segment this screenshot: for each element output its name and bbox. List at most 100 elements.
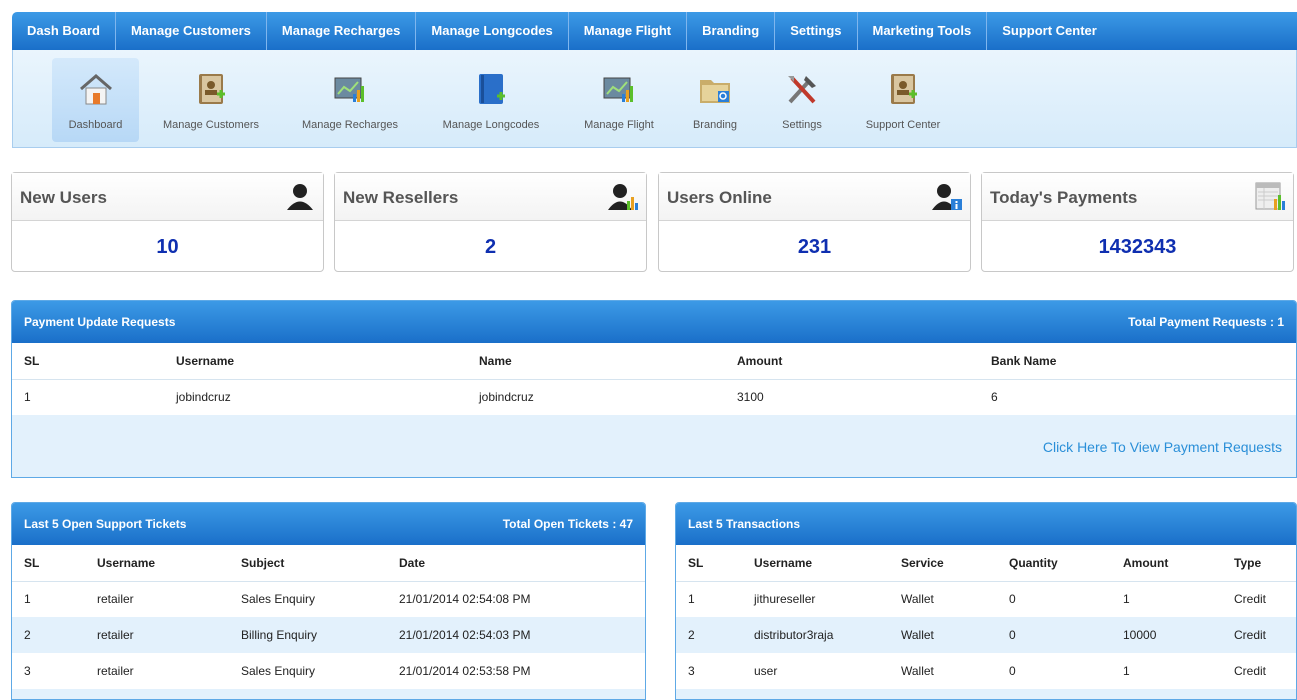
table-cell: 3 — [12, 653, 85, 689]
stat-value: 1432343 — [1098, 236, 1177, 258]
column-header: Amount — [1111, 545, 1222, 582]
column-header: Quantity — [997, 545, 1111, 582]
table-cell: Credit — [1222, 653, 1296, 689]
panel-header: Payment Update Requests Total Payment Re… — [12, 301, 1296, 343]
shortcut-settings[interactable]: Settings — [769, 58, 835, 142]
house-icon — [79, 74, 112, 105]
stat-todays-payments: Today's Payments 1432343 — [981, 172, 1294, 272]
table-row: 1 jobindcruz jobindcruz 3100 6 — [12, 379, 1296, 415]
stat-value: 2 — [484, 236, 497, 258]
top-navigation: Dash Board Manage Customers Manage Recha… — [12, 12, 1297, 50]
table-cell: distributor3raja — [742, 617, 889, 653]
column-header: Date — [387, 545, 645, 582]
stat-header: New Users — [12, 173, 323, 221]
transactions-table: SL Username Service Quantity Amount Type… — [676, 545, 1296, 689]
user-info-icon — [932, 184, 962, 210]
nav-manage-customers[interactable]: Manage Customers — [116, 12, 267, 50]
folder-icon — [700, 80, 730, 103]
table-cell: retailer — [85, 581, 229, 617]
table-cell: 0 — [997, 617, 1111, 653]
shortcut-label: Manage Longcodes — [442, 119, 540, 131]
column-header: Username — [742, 545, 889, 582]
column-header: SL — [12, 545, 85, 582]
table-cell: 0 — [997, 581, 1111, 617]
shortcut-label: Manage Flight — [584, 119, 654, 131]
column-header: Subject — [229, 545, 387, 582]
table-row: 2 distributor3raja Wallet 0 10000 Credit — [676, 617, 1296, 653]
table-cell: Wallet — [889, 581, 997, 617]
table-cell: Sales Enquiry — [229, 653, 387, 689]
table-cell: 21/01/2014 02:54:03 PM — [387, 617, 645, 653]
column-header: Name — [467, 343, 725, 380]
support-tickets-panel: Last 5 Open Support Tickets Total Open T… — [11, 502, 646, 700]
table-cell: 2 — [12, 617, 85, 653]
table-row: 1 jithureseller Wallet 0 1 Credit — [676, 581, 1296, 617]
reseller-icon — [608, 184, 638, 210]
column-header: Username — [85, 545, 229, 582]
table-cell: user — [742, 653, 889, 689]
payment-requests-panel: Payment Update Requests Total Payment Re… — [11, 300, 1297, 478]
stat-header: New Resellers — [335, 173, 646, 221]
panel-title: Last 5 Open Support Tickets — [24, 517, 187, 531]
table-cell: Billing Enquiry — [229, 617, 387, 653]
book-icon — [479, 74, 505, 104]
shortcut-dashboard[interactable]: Dashboard — [52, 58, 139, 142]
stat-header: Users Online — [659, 173, 970, 221]
shortcut-support-center[interactable]: Support Center — [851, 58, 955, 142]
table-row: 2 retailer Billing Enquiry 21/01/2014 02… — [12, 617, 645, 653]
table-row: 1 retailer Sales Enquiry 21/01/2014 02:5… — [12, 581, 645, 617]
stat-value: 231 — [797, 236, 832, 258]
column-header: Bank Name — [979, 343, 1296, 380]
shortcut-branding[interactable]: Branding — [679, 58, 751, 142]
stat-title: Users Online — [667, 188, 772, 207]
nav-manage-recharges[interactable]: Manage Recharges — [267, 12, 417, 50]
table-row: 3 user Wallet 0 1 Credit — [676, 653, 1296, 689]
table-cell: 1 — [676, 581, 742, 617]
view-payment-requests-link[interactable]: Click Here To View Payment Requests — [1043, 439, 1282, 455]
panel-header: Last 5 Open Support Tickets Total Open T… — [12, 503, 645, 545]
shortcut-manage-recharges[interactable]: Manage Recharges — [290, 58, 410, 142]
table-cell: 1 — [12, 581, 85, 617]
user-icon — [287, 184, 313, 210]
table-cell: jobindcruz — [164, 379, 467, 415]
panel-title: Last 5 Transactions — [688, 517, 801, 531]
shortcut-label: Branding — [692, 119, 738, 131]
shortcut-label: Settings — [782, 119, 822, 131]
nav-branding[interactable]: Branding — [687, 12, 776, 50]
transactions-panel: Last 5 Transactions SL Username Service … — [675, 502, 1297, 700]
nav-dashboard[interactable]: Dash Board — [12, 12, 116, 50]
shortcut-label: Manage Customers — [163, 119, 259, 131]
nav-support-center[interactable]: Support Center — [987, 12, 1112, 50]
stat-title: New Users — [20, 188, 107, 207]
shortcut-manage-customers[interactable]: Manage Customers — [152, 58, 270, 142]
table-cell: retailer — [85, 617, 229, 653]
table-cell: 0 — [997, 653, 1111, 689]
shortcut-bar: Dashboard Manage Customers Manage Rechar… — [12, 50, 1297, 148]
nav-manage-flight[interactable]: Manage Flight — [569, 12, 688, 50]
stat-header: Today's Payments — [982, 173, 1293, 221]
table-cell: 1 — [1111, 581, 1222, 617]
table-cell: Sales Enquiry — [229, 581, 387, 617]
shortcut-manage-flight[interactable]: Manage Flight — [571, 58, 667, 142]
stat-value: 10 — [156, 236, 179, 258]
column-header: Type — [1222, 545, 1296, 582]
column-header: SL — [12, 343, 164, 380]
stat-title: New Resellers — [343, 188, 459, 207]
shortcut-label: Manage Recharges — [301, 119, 398, 131]
table-cell: Wallet — [889, 617, 997, 653]
nav-settings[interactable]: Settings — [775, 12, 858, 50]
table-cell: 10000 — [1111, 617, 1222, 653]
nav-manage-longcodes[interactable]: Manage Longcodes — [416, 12, 569, 50]
column-header: Username — [164, 343, 467, 380]
report-icon — [1255, 182, 1285, 210]
shortcut-manage-longcodes[interactable]: Manage Longcodes — [431, 58, 551, 142]
table-cell: Credit — [1222, 617, 1296, 653]
nav-marketing-tools[interactable]: Marketing Tools — [858, 12, 988, 50]
table-cell: 1 — [12, 379, 164, 415]
stat-title: Today's Payments — [990, 188, 1138, 207]
panel-header: Last 5 Transactions — [676, 503, 1296, 545]
tools-icon — [788, 76, 816, 104]
table-cell: retailer — [85, 653, 229, 689]
table-cell: 1 — [1111, 653, 1222, 689]
shortcut-label: Support Center — [865, 119, 941, 131]
